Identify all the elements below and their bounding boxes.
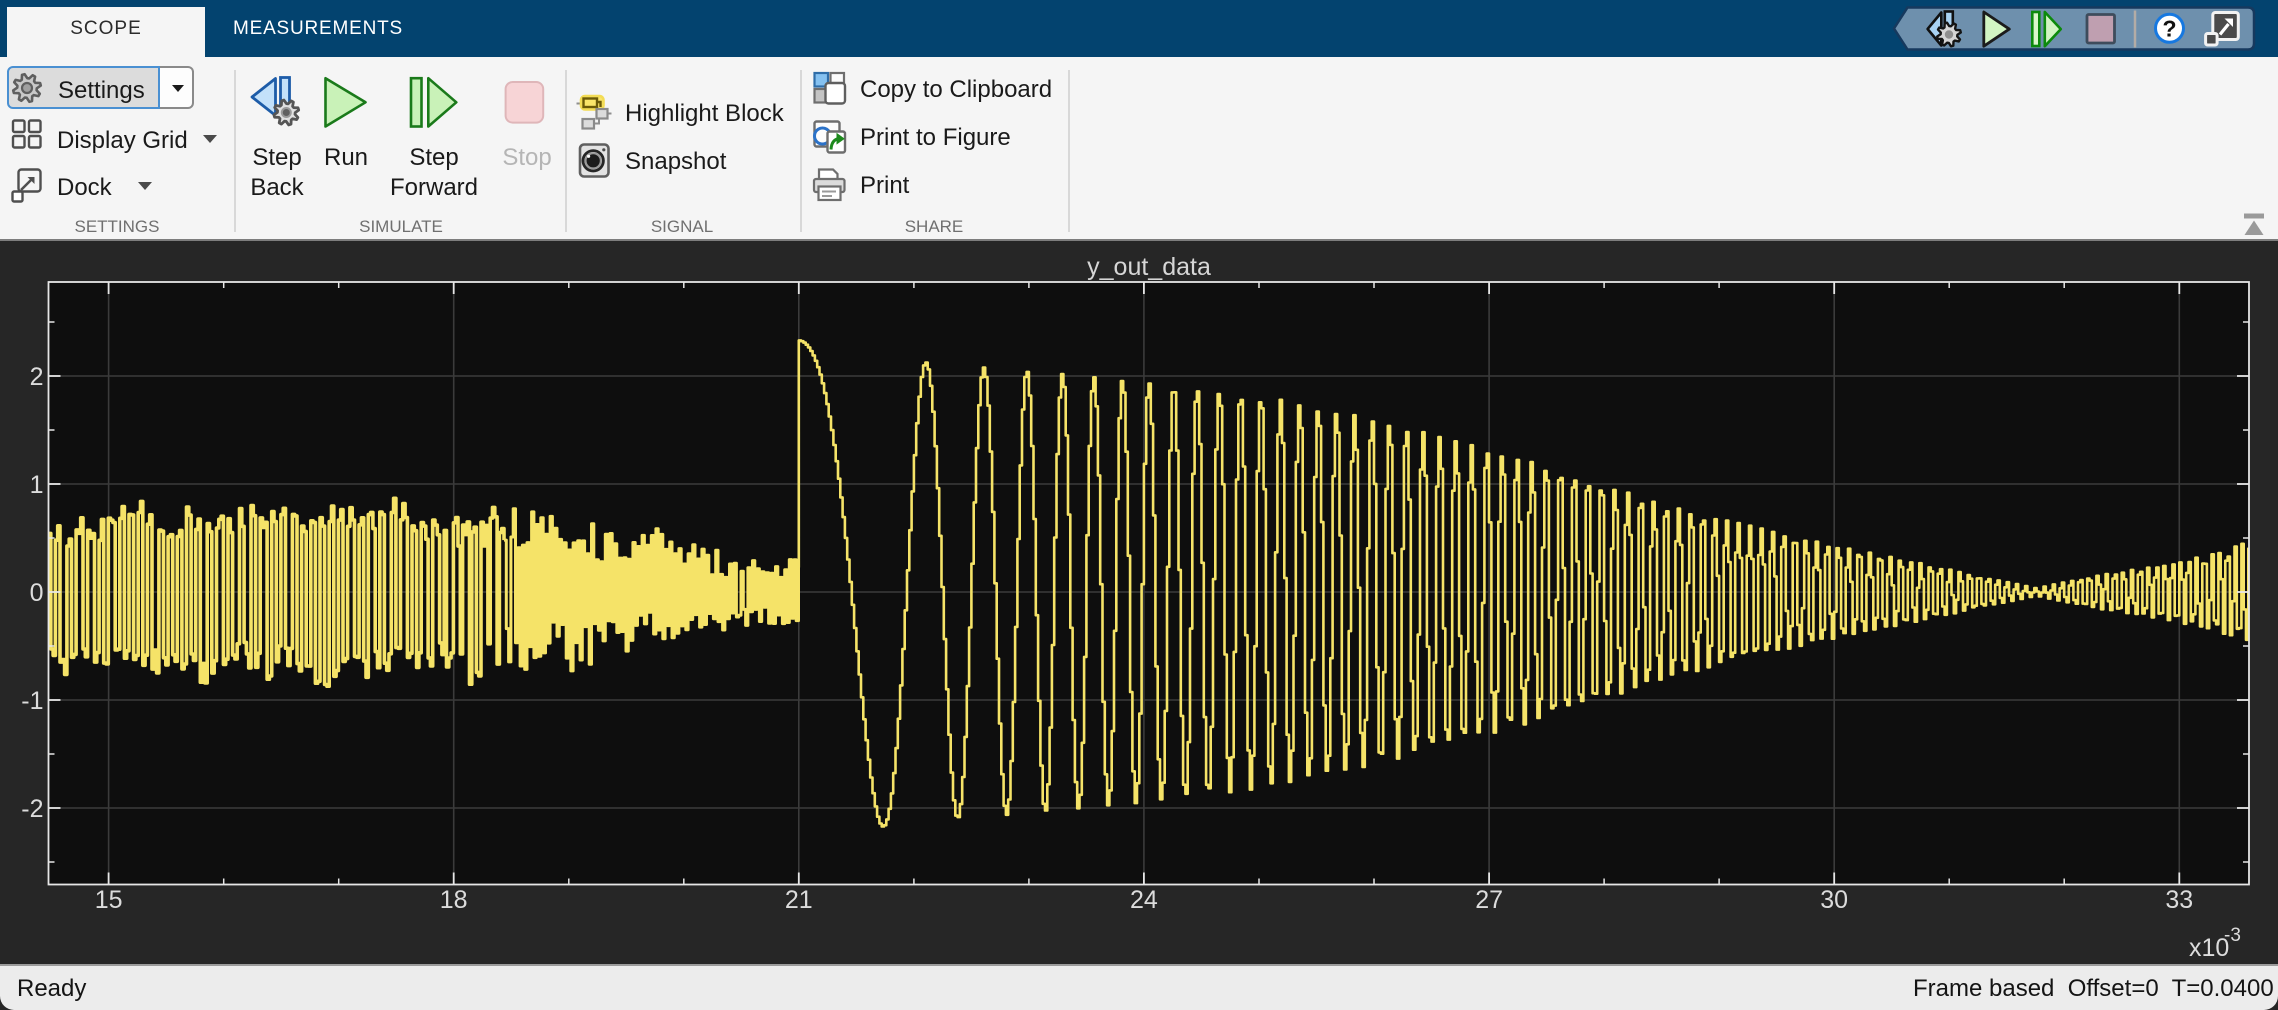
svg-text:-2: -2 bbox=[21, 795, 43, 823]
svg-text:33: 33 bbox=[2165, 886, 2193, 914]
svg-text:21: 21 bbox=[785, 886, 813, 914]
svg-text:?: ? bbox=[2162, 16, 2176, 42]
svg-text:24: 24 bbox=[1130, 886, 1158, 914]
svg-text:-1: -1 bbox=[21, 687, 43, 715]
svg-text:2: 2 bbox=[30, 363, 44, 391]
svg-text:18: 18 bbox=[440, 886, 468, 914]
svg-text:27: 27 bbox=[1475, 886, 1503, 914]
svg-text:1: 1 bbox=[30, 471, 44, 499]
svg-text:0: 0 bbox=[30, 579, 44, 607]
svg-text:15: 15 bbox=[95, 886, 123, 914]
svg-text:30: 30 bbox=[1820, 886, 1848, 914]
svg-text:y_out_data: y_out_data bbox=[1087, 253, 1211, 281]
svg-text:-3: -3 bbox=[2224, 925, 2241, 946]
